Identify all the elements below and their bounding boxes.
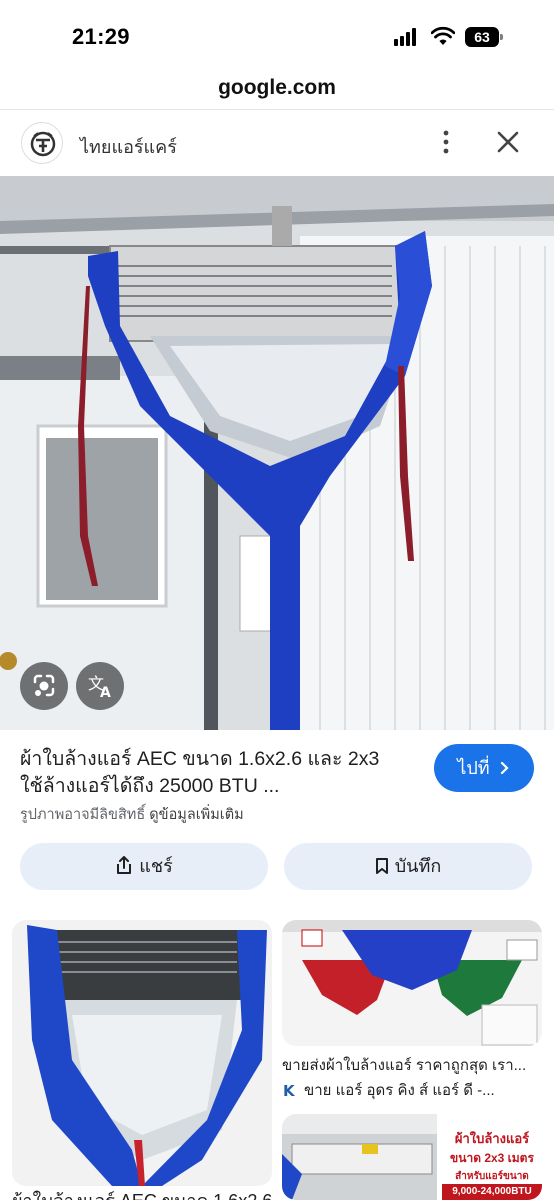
related-caption-2[interactable]: ขายส่งผ้าใบล้างแอร์ ราคาถูกสุด เรา... bbox=[282, 1053, 542, 1077]
more-vert-icon[interactable] bbox=[432, 128, 460, 156]
visit-button[interactable]: ไปที่ bbox=[434, 744, 534, 792]
source-logo[interactable] bbox=[21, 122, 63, 164]
share-button[interactable]: แชร์ bbox=[20, 843, 268, 890]
source-name[interactable]: ไทยแอร์แคร์ bbox=[80, 132, 177, 161]
status-bar: 21:29 63 bbox=[0, 0, 554, 70]
main-image[interactable] bbox=[0, 176, 554, 730]
chevron-right-icon bbox=[500, 761, 509, 775]
lens-icon[interactable] bbox=[20, 662, 68, 710]
more-info-link[interactable]: ดูข้อมูลเพิ่มเติม bbox=[149, 807, 243, 823]
result-title-line2: ใช้ล้างแอร์ได้ถึง 25000 BTU ... bbox=[20, 775, 280, 797]
source-logo-icon: K bbox=[283, 1082, 296, 1098]
svg-text:A: A bbox=[100, 685, 111, 701]
overlay-title: ผ้าใบล้างแอร์ bbox=[454, 1131, 530, 1146]
result-title[interactable]: ผ้าใบล้างแอร์ AEC ขนาด 1.6x2.6 และ 2x3 ใ… bbox=[20, 746, 420, 800]
copyright-disclaimer: รูปภาพอาจมีลิขสิทธิ์ ดูข้อมูลเพิ่มเติม bbox=[20, 803, 244, 826]
related-image-1[interactable] bbox=[12, 920, 272, 1186]
visit-button-label: ไปที่ bbox=[457, 758, 490, 778]
status-time: 21:29 bbox=[72, 24, 130, 49]
save-label: บันทึก bbox=[394, 856, 442, 876]
related-image-2[interactable] bbox=[282, 920, 542, 1046]
battery-indicator: 63 bbox=[465, 27, 503, 47]
save-button[interactable]: บันทึก bbox=[284, 843, 532, 890]
overlay-size: ขนาด 2x3 เมตร bbox=[450, 1151, 534, 1165]
related-image-3[interactable]: ผ้าใบล้างแอร์ ขนาด 2x3 เมตร สำหรับแอร์ขน… bbox=[282, 1114, 542, 1200]
signal-icon bbox=[394, 28, 422, 46]
svg-text:K: K bbox=[283, 1082, 296, 1098]
share-icon bbox=[117, 856, 132, 874]
disclaimer-text: รูปภาพอาจมีลิขสิทธิ์ bbox=[20, 807, 146, 823]
overlay-btu-label: สำหรับแอร์ขนาด bbox=[455, 1171, 529, 1182]
url-bar[interactable]: google.com bbox=[0, 70, 554, 110]
wifi-icon bbox=[431, 26, 455, 45]
result-title-line1: ผ้าใบล้างแอร์ AEC ขนาด 1.6x2.6 และ 2x3 bbox=[20, 748, 380, 770]
close-icon[interactable] bbox=[494, 128, 522, 156]
source-header: ไทยแอร์แคร์ bbox=[0, 110, 554, 176]
battery-level: 63 bbox=[465, 27, 499, 47]
related-source-name-2: ขาย แอร์ อุดร คิง ส์ แอร์ ดี -... bbox=[304, 1082, 495, 1099]
translate-icon[interactable]: 文 A bbox=[76, 662, 124, 710]
share-label: แชร์ bbox=[139, 856, 173, 876]
related-caption-1[interactable]: ผ้าใบล้างแอร์ AEC ขนาด 1.6x2.6 bbox=[12, 1186, 272, 1200]
related-source-2[interactable]: K ขาย แอร์ อุดร คิง ส์ แอร์ ดี -... bbox=[282, 1078, 542, 1102]
overlay-btu-range: 9,000-24,000BTU bbox=[442, 1184, 542, 1200]
bookmark-icon bbox=[375, 858, 388, 874]
